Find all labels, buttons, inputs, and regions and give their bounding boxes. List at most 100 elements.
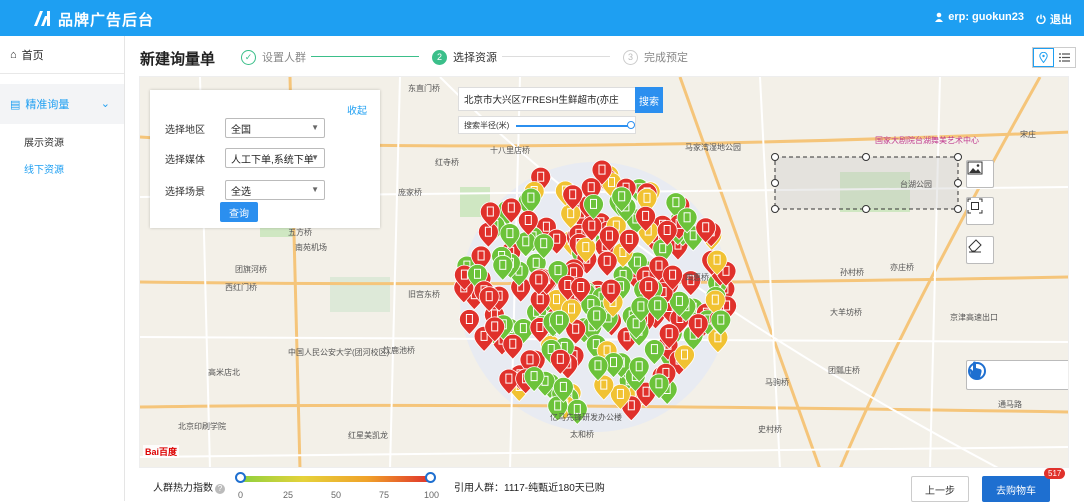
rectangle-select-button[interactable] [966, 197, 994, 225]
previous-step-button[interactable]: 上一步 [911, 476, 969, 502]
sidebar-group-label: 精准询量 [25, 99, 70, 111]
map-label: 北京印刷学院 [178, 422, 226, 431]
list-icon [1059, 53, 1070, 62]
step-set-crowd: ✓ 设置人群 [241, 49, 306, 65]
map-label: 高米店北 [208, 368, 240, 377]
map-label: 南苑机场 [295, 243, 327, 252]
step-label: 完成预定 [644, 52, 688, 64]
step-select-resource: 2 选择资源 [432, 49, 497, 65]
media-value: 人工下单,系统下单 [231, 154, 314, 166]
map-label: 孙村桥 [840, 268, 864, 277]
logout-button[interactable]: 退出 [1036, 11, 1072, 27]
region-select[interactable]: 全国 ▼ [225, 118, 325, 138]
list-view-button[interactable] [1054, 48, 1075, 67]
heat-range-min-handle[interactable] [235, 472, 246, 483]
radius-label: 搜索半径(米) [464, 120, 510, 130]
query-button[interactable]: 查询 [220, 202, 258, 222]
map-label: 红星美凯龙 [348, 431, 388, 440]
circle-icon [968, 362, 986, 380]
radius-track [516, 125, 630, 127]
media-select[interactable]: 人工下单,系统下单 ▼ [225, 148, 325, 168]
sidebar-item-offline-resource[interactable]: 线下资源 [0, 155, 124, 182]
user-icon [935, 12, 944, 22]
view-toggle [1032, 47, 1076, 68]
image-tool-button[interactable] [966, 160, 994, 188]
chevron-down-icon: ▼ [311, 185, 319, 194]
chevron-down-icon: ▼ [311, 123, 319, 132]
heat-tick: 0 [238, 490, 244, 500]
step-number: 3 [623, 49, 638, 65]
power-icon [1036, 14, 1046, 24]
heat-label-text: 人群热力指数 [153, 483, 213, 494]
map-label: 饮鹿池桥 [383, 346, 415, 355]
sidebar-item-display-resource[interactable]: 展示资源 [0, 128, 124, 155]
image-icon [967, 161, 983, 175]
logout-label: 退出 [1050, 14, 1072, 26]
sidebar-item-home[interactable]: ⌂ 首页 [0, 36, 124, 74]
page-title: 新建询量单 [140, 51, 216, 68]
sidebar: ⌂ 首页 ▤ 精准询量 ⌄ 展示资源 线下资源 [0, 36, 125, 501]
go-to-cart-button[interactable]: 去购物车 [982, 476, 1050, 502]
step-label: 设置人群 [262, 52, 306, 64]
search-radius-slider[interactable]: 搜索半径(米) [458, 116, 636, 134]
help-icon[interactable]: ? [215, 484, 225, 494]
map-label: 旧宫东桥 [408, 290, 440, 299]
map-label: 西红门桥 [225, 283, 257, 292]
map-label: 通马路 [998, 400, 1022, 409]
heat-gradient-bar [239, 476, 431, 482]
check-icon: ✓ [241, 49, 256, 65]
region-filter: 选择地区 全国 ▼ [165, 118, 325, 138]
map-label: 史村桥 [758, 425, 782, 434]
radius-handle[interactable] [627, 121, 635, 129]
sidebar-group-precise-inquiry[interactable]: ▤ 精准询量 ⌄ [0, 84, 124, 124]
sidebar-item-label: 首页 [21, 49, 44, 62]
cart-count-badge: 517 [1044, 468, 1066, 479]
map-label: 东直门桥 [408, 84, 440, 93]
draw-mode-toolbar [966, 360, 1068, 390]
report-icon: ▤ [10, 98, 21, 111]
heat-tick: 25 [283, 490, 294, 500]
step-connector [502, 56, 610, 57]
eraser-icon [968, 239, 982, 253]
eraser-tool-button[interactable] [966, 236, 994, 264]
user-info[interactable]: erp: guokun23 [934, 11, 1024, 23]
filter-panel: 选择地区 全国 ▼ 收起 选择媒体 人工下单,系统下单 ▼ 选择场景 全选 ▼ 查询 [150, 90, 380, 228]
main-content: 新建询量单 ✓ 设置人群 2 选择资源 3 完成预定 东直门桥 十八里店桥 马家… [125, 36, 1084, 502]
crop-icon [967, 198, 983, 214]
heat-legend-label: 人群热力指数? [153, 479, 225, 494]
heat-tick: 75 [379, 490, 390, 500]
scene-select[interactable]: 全选 ▼ [225, 180, 325, 200]
referenced-crowd: 引用人群：1117-纯甄近180天已购 [454, 483, 605, 494]
home-icon: ⌂ [10, 48, 17, 61]
step-number: 2 [432, 49, 447, 65]
map-label: 十八里店桥 [490, 146, 530, 155]
map-view-button[interactable] [1033, 48, 1054, 67]
search-button[interactable]: 搜索 [635, 87, 663, 113]
user-name: erp: guokun23 [948, 11, 1024, 23]
step-connector [311, 56, 419, 57]
map-label: 宋庄 [1020, 130, 1036, 139]
region-value: 全国 [231, 124, 251, 136]
map-label: 国家大剧院台湖舞美艺术中心 [875, 136, 979, 145]
map-label: 四惠桥 [685, 273, 709, 282]
location-search-input[interactable]: 北京市大兴区7FRESH生鲜超市(亦庄 [458, 87, 636, 111]
region-label: 选择地区 [165, 124, 205, 136]
map-label: 亿马先锋研发办公楼 [550, 413, 622, 422]
heat-tick: 50 [331, 490, 342, 500]
heat-range-max-handle[interactable] [425, 472, 436, 483]
map-label: 大羊坊桥 [830, 308, 862, 317]
circle-mode-button[interactable] [968, 361, 1068, 389]
map-label: 台湖公园 [900, 180, 932, 189]
collapse-link[interactable]: 收起 [347, 102, 367, 117]
top-bar: 品牌广告后台 erp: guokun23 退出 [0, 0, 1084, 36]
map-label: 中国人民公安大学(团河校区) [288, 348, 390, 357]
brand-logo-icon [34, 11, 50, 26]
map-canvas[interactable]: 东直门桥 十八里店桥 马家湾湿地公园 红寺桥 庞家桥 五方桥 南苑机场 国家大剧… [139, 76, 1069, 468]
step-label: 选择资源 [453, 52, 497, 64]
map-label: 五方桥 [288, 228, 312, 237]
step-complete-booking: 3 完成预定 [623, 49, 688, 65]
map-label: 太和桥 [570, 430, 594, 439]
app-title: 品牌广告后台 [58, 12, 155, 29]
location-pin-icon [1039, 52, 1048, 63]
map-label: 马家湾湿地公园 [685, 143, 741, 152]
